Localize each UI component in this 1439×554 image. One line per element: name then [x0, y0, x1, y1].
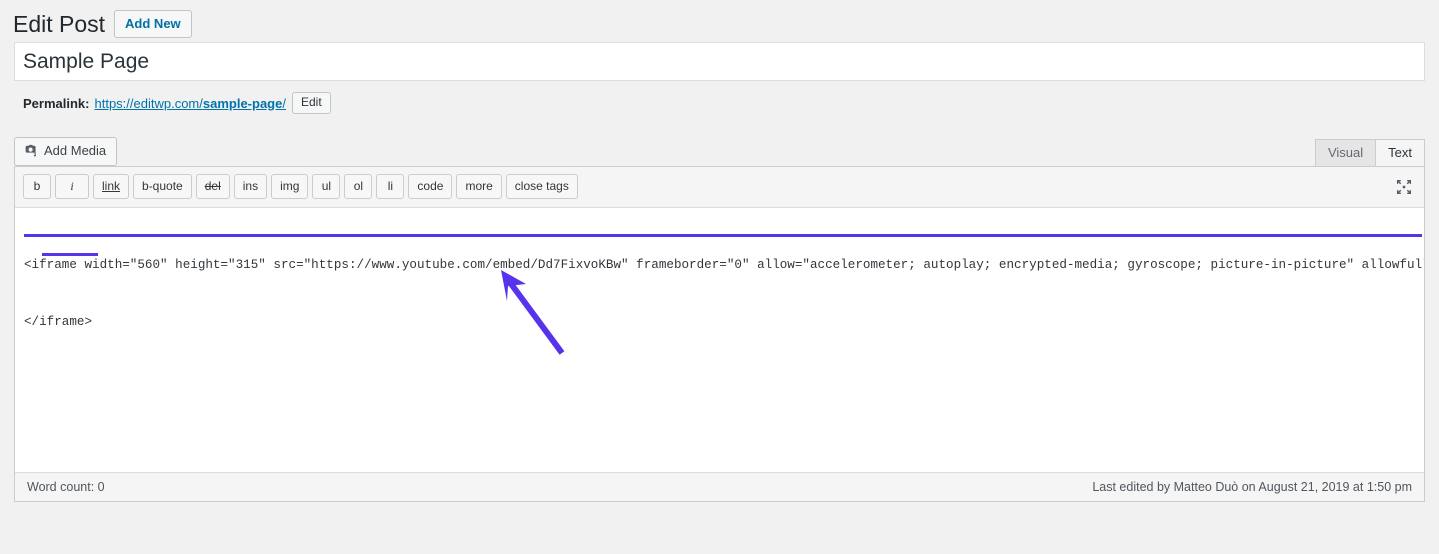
permalink-url-prefix: https://editwp.com/ [94, 96, 202, 111]
quicktag-close-tags[interactable]: close tags [506, 174, 578, 199]
permalink-label: Permalink: [23, 96, 89, 111]
quicktag-del[interactable]: del [196, 174, 230, 199]
quicktag-link[interactable]: link [93, 174, 129, 199]
spellcheck-underline-line-2 [42, 253, 98, 256]
permalink-link[interactable]: https://editwp.com/sample-page/ [94, 96, 286, 111]
editor-status-bar: Word count: 0 Last edited by Matteo Duò … [15, 472, 1424, 501]
edit-permalink-button[interactable]: Edit [292, 92, 331, 114]
add-media-label: Add Media [44, 144, 106, 158]
editor-mode-tabs: Visual Text [1315, 138, 1425, 166]
quicktag-img[interactable]: img [271, 174, 308, 199]
editor-container: Add Media Visual Text b i link b-quote d… [14, 135, 1425, 502]
tab-text[interactable]: Text [1375, 139, 1425, 167]
tab-visual[interactable]: Visual [1315, 139, 1376, 167]
media-and-tabs-row: Add Media Visual Text [14, 135, 1425, 166]
post-title-input[interactable] [14, 42, 1425, 81]
add-new-button[interactable]: Add New [114, 10, 192, 39]
quicktag-more[interactable]: more [456, 174, 501, 199]
word-count-label: Word count: 0 [27, 480, 105, 494]
editor-box: b i link b-quote del ins img ul ol li co… [14, 166, 1425, 502]
permalink-url-suffix: / [282, 96, 286, 111]
quicktag-toolbar: b i link b-quote del ins img ul ol li co… [15, 167, 1424, 208]
code-line-1: <iframe width="560" height="315" src="ht… [24, 256, 1424, 275]
add-media-button[interactable]: Add Media [14, 137, 117, 166]
quicktag-li[interactable]: li [376, 174, 404, 199]
quicktag-code[interactable]: code [408, 174, 452, 199]
code-line-2: </iframe> [24, 313, 92, 332]
quicktag-ol[interactable]: ol [344, 174, 372, 199]
quicktag-ul[interactable]: ul [312, 174, 340, 199]
page-title: Edit Post [13, 10, 114, 39]
title-field-wrapper [0, 34, 1439, 81]
quicktag-i[interactable]: i [55, 174, 89, 199]
page-header: Edit Post Add New [0, 0, 1439, 34]
post-content-textarea[interactable]: <iframe width="560" height="315" src="ht… [15, 208, 1424, 472]
fullscreen-expand-icon[interactable] [1393, 176, 1415, 198]
spellcheck-underline-line-1 [24, 234, 1422, 237]
quicktag-ins[interactable]: ins [234, 174, 267, 199]
permalink-row: Permalink: https://editwp.com/sample-pag… [0, 81, 1439, 116]
last-edited-label: Last edited by Matteo Duò on August 21, … [1092, 480, 1412, 494]
quicktag-b[interactable]: b [23, 174, 51, 199]
permalink-url-slug: sample-page [203, 96, 282, 111]
media-camera-music-icon [23, 143, 39, 159]
quicktag-b-quote[interactable]: b-quote [133, 174, 192, 199]
